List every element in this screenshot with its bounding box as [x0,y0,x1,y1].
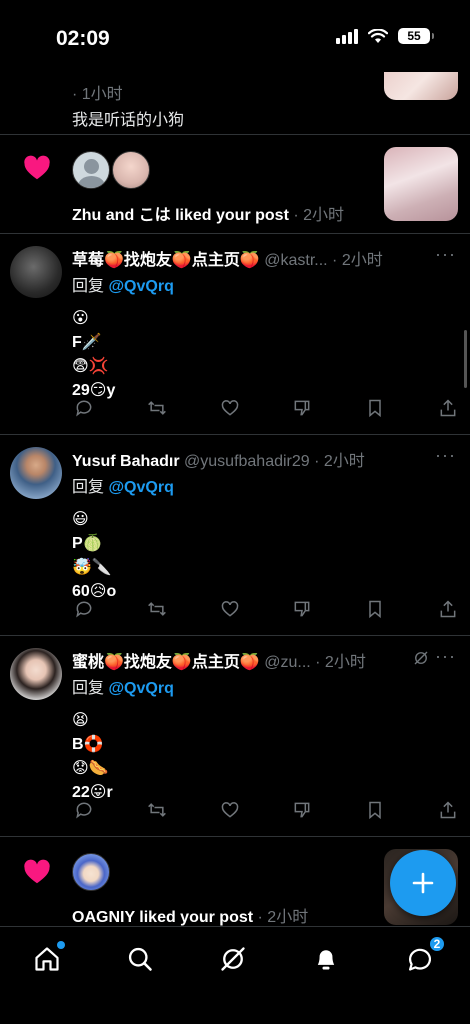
plus-icon [412,872,434,894]
grok-icon[interactable] [412,649,430,667]
post-header: 蜜桃🍑找炮友🍑点主页🍑 @zu... · 2小时 [72,648,410,672]
more-options-button[interactable]: ··· [435,646,456,667]
reply-to: 回复 @QvQrq [72,278,174,295]
like-icon[interactable] [218,597,242,621]
tab-grok[interactable] [217,943,249,975]
notification-text: Zhu and こは liked your post · 2小时 [72,207,345,224]
post-actions [72,798,460,822]
handle-time: @kastr... · 2小时 [259,252,383,269]
mention-link[interactable]: @QvQrq [108,278,173,295]
reply-post[interactable]: 蜜桃🍑找炮友🍑点主页🍑 @zu... · 2小时 ··· 回复 @QvQrq 😫… [0,636,470,836]
post-line: 😨💢 [72,358,109,375]
status-icons: 55 [336,28,434,44]
post-line: 😃 [72,511,89,528]
downvote-icon[interactable] [290,396,314,420]
reply-to: 回复 @QvQrq [72,479,174,496]
reply-icon[interactable] [72,597,96,621]
more-options-button[interactable]: ··· [435,445,456,466]
display-name[interactable]: 草莓🍑找炮友🍑点主页🍑 [72,252,260,269]
post-actions [72,396,460,420]
avatar[interactable] [10,447,62,499]
share-icon[interactable] [436,396,460,420]
home-icon [35,947,59,971]
share-icon[interactable] [436,798,460,822]
heart-icon [24,155,50,180]
avatar[interactable] [10,246,62,298]
avatar-default[interactable] [72,151,110,189]
notifications-feed[interactable]: · 1小时 我是听话的小狗 Zhu and こは liked your post… [0,72,470,926]
share-icon[interactable] [436,597,460,621]
avatar-koha[interactable] [112,151,150,189]
wifi-icon [368,28,388,43]
reply-post[interactable]: Yusuf Bahadır @yusufbahadir29 · 2小时 ··· … [0,435,470,635]
notification-dot [57,941,65,949]
mention-link[interactable]: @QvQrq [108,680,173,697]
status-bar: 02:09 55 [0,0,470,72]
handle-time: @zu... · 2小时 [259,654,366,671]
repost-icon[interactable] [145,798,169,822]
search-icon [128,947,152,971]
messages-badge: 2 [428,935,446,953]
notification-text: OAGNIY liked your post · 2小时 [72,909,309,926]
bell-icon [317,950,335,970]
display-name[interactable]: 蜜桃🍑找炮友🍑点主页🍑 [72,654,260,671]
post-thumbnail[interactable] [384,147,458,221]
notification-time: · 1小时 [72,86,123,103]
tab-search[interactable] [124,943,156,975]
handle-time: @yusufbahadir29 · 2小时 [179,453,365,470]
bookmark-icon[interactable] [363,597,387,621]
bookmark-icon[interactable] [363,798,387,822]
like-icon[interactable] [218,798,242,822]
heart-icon [24,859,50,884]
post-header: Yusuf Bahadır @yusufbahadir29 · 2小时 [72,447,430,471]
like-notification[interactable]: Zhu and こは liked your post · 2小时 [0,135,470,233]
downvote-icon[interactable] [290,597,314,621]
grok-icon [221,947,245,971]
downvote-icon[interactable] [290,798,314,822]
post-line: 😮 [72,310,89,327]
repost-icon[interactable] [145,396,169,420]
status-time: 02:09 [56,27,110,50]
more-options-button[interactable]: ··· [435,244,456,265]
tab-messages[interactable]: 2 [404,935,446,975]
repost-icon[interactable] [145,597,169,621]
post-line: F🗡️ [72,334,102,351]
post-thumbnail[interactable] [384,72,458,100]
tab-notifications[interactable] [310,943,342,975]
signal-icon [336,28,358,44]
post-line: P🍈 [72,535,103,552]
avatar-oagniy[interactable] [72,853,110,891]
post-actions [72,597,460,621]
bottom-tab-bar: 2 [0,926,470,1024]
reply-icon[interactable] [72,396,96,420]
display-name[interactable]: Yusuf Bahadır [72,453,180,470]
scrollbar[interactable] [464,330,467,388]
post-header: 草莓🍑找炮友🍑点主页🍑 @kastr... · 2小时 [72,246,430,270]
like-icon[interactable] [218,396,242,420]
tab-home[interactable] [31,941,65,975]
avatar[interactable] [10,648,62,700]
reply-post[interactable]: 草莓🍑找炮友🍑点主页🍑 @kastr... · 2小时 ··· 回复 @QvQr… [0,234,470,434]
post-line: 😟🌭 [72,760,109,777]
post-line: 🤯🔪 [72,559,112,576]
mention-link[interactable]: @QvQrq [108,479,173,496]
post-line: 😫 [72,712,89,729]
notification-item-top[interactable]: · 1小时 我是听话的小狗 [0,72,470,134]
reply-to: 回复 @QvQrq [72,680,174,697]
battery-icon: 55 [398,28,434,44]
compose-button[interactable] [390,850,456,916]
notification-text: 我是听话的小狗 [72,112,185,129]
post-line: B🛟 [72,736,104,753]
reply-icon[interactable] [72,798,96,822]
bookmark-icon[interactable] [363,396,387,420]
